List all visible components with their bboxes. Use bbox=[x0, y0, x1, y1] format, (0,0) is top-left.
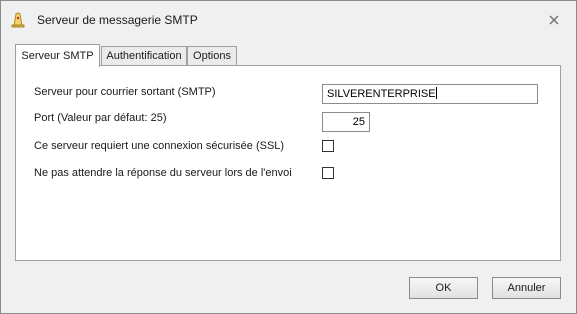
tab-serveur-smtp[interactable]: Serveur SMTP bbox=[15, 44, 100, 67]
window-title: Serveur de messagerie SMTP bbox=[37, 13, 198, 27]
dialog-window: Serveur de messagerie SMTP Serveur SMTP … bbox=[0, 0, 577, 314]
app-icon bbox=[11, 12, 25, 28]
text-caret bbox=[435, 87, 437, 99]
title-bar[interactable]: Serveur de messagerie SMTP bbox=[1, 1, 576, 39]
port-label: Port (Valeur par défaut: 25) bbox=[34, 112, 167, 124]
tab-options[interactable]: Options bbox=[187, 46, 237, 65]
cancel-button[interactable]: Annuler bbox=[492, 277, 561, 299]
ok-button[interactable]: OK bbox=[409, 277, 478, 299]
port-value: 25 bbox=[352, 116, 365, 128]
smtp-server-input[interactable]: SILVERENTERPRISE bbox=[322, 84, 538, 104]
no-wait-label: Ne pas attendre la réponse du serveur lo… bbox=[34, 167, 292, 179]
close-icon[interactable] bbox=[548, 14, 560, 26]
ssl-checkbox[interactable] bbox=[322, 140, 334, 152]
smtp-server-value: SILVERENTERPRISE bbox=[327, 88, 436, 100]
tab-authentification[interactable]: Authentification bbox=[101, 46, 187, 65]
ssl-label: Ce serveur requiert une connexion sécuri… bbox=[34, 140, 285, 152]
tab-panel-serveur-smtp: Serveur pour courrier sortant (SMTP) SIL… bbox=[15, 65, 561, 261]
smtp-server-label: Serveur pour courrier sortant (SMTP) bbox=[34, 86, 216, 98]
port-input[interactable]: 25 bbox=[322, 112, 370, 132]
no-wait-checkbox[interactable] bbox=[322, 167, 334, 179]
